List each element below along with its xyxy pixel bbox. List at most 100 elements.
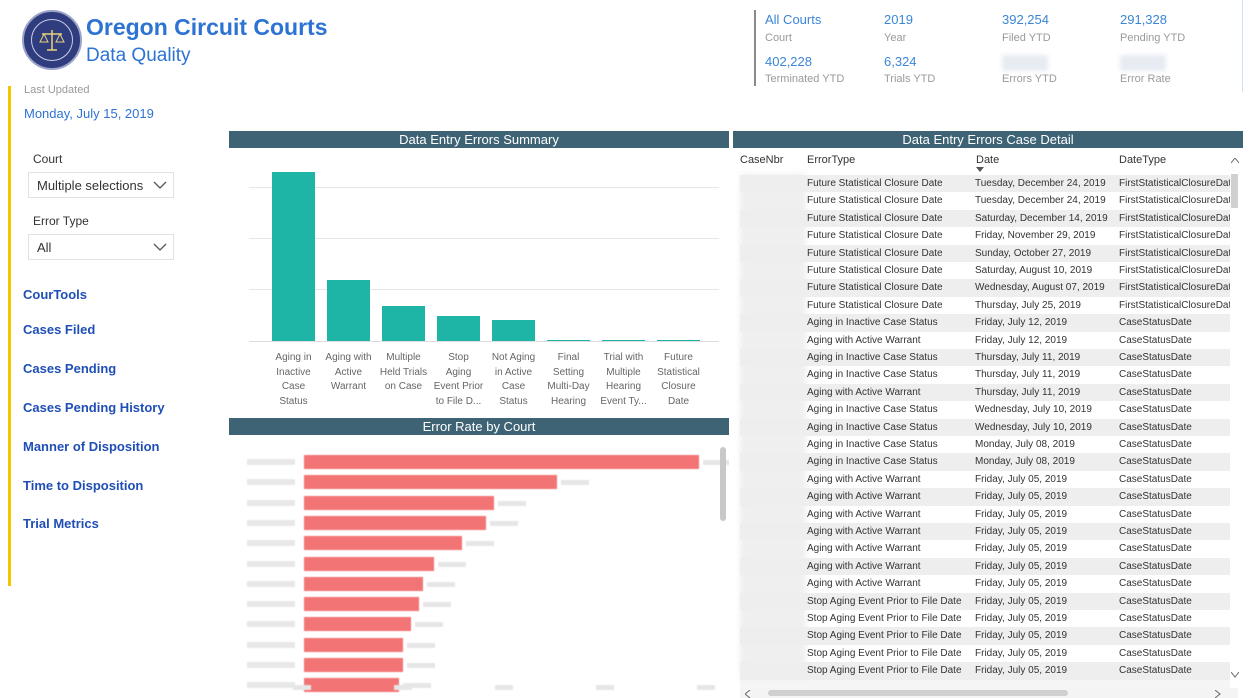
error-rate-bar[interactable] — [304, 576, 423, 591]
table-row[interactable]: Aging with Active Warrant Friday, July 05… — [740, 488, 1230, 506]
summary-bar[interactable] — [327, 280, 370, 341]
table-row[interactable]: Future Statistical Closure Date Thursday,… — [740, 297, 1230, 314]
table-row[interactable]: Aging in Inactive Case Status Friday, Jul… — [740, 314, 1230, 332]
error-rate-value-redacted — [489, 520, 518, 526]
summary-category-label: Trial with Multiple Hearing Event Ty... — [600, 352, 647, 407]
table-row[interactable]: Aging with Active Warrant Friday, July 05… — [740, 540, 1230, 557]
summary-bar[interactable] — [657, 339, 700, 341]
table-row[interactable]: Future Statistical Closure Date Sunday, O… — [740, 244, 1230, 262]
summary-bar[interactable] — [492, 319, 535, 341]
table-row[interactable]: Aging with Active Warrant Thursday, July … — [740, 383, 1230, 402]
table-row[interactable]: Stop Aging Event Prior to File Date Frida… — [740, 610, 1230, 627]
table-vertical-scrollbar[interactable] — [1231, 174, 1238, 208]
error-rate-bar[interactable] — [304, 515, 486, 530]
table-row[interactable]: Aging with Active Warrant Friday, July 05… — [740, 557, 1230, 576]
table-row[interactable]: Future Statistical Closure Date Saturday,… — [740, 209, 1230, 228]
error-rate-value-redacted — [406, 642, 435, 648]
cell-date: Friday, July 05, 2019 — [975, 543, 1068, 555]
cell-datetype: FirstStatisticalClosureDat — [1119, 178, 1230, 189]
col-header-errortype[interactable]: ErrorType — [807, 154, 855, 166]
table-row[interactable]: Aging in Inactive Case Status Thursday, J… — [740, 349, 1230, 367]
gridline — [249, 289, 719, 290]
error-rate-value-redacted — [438, 561, 467, 567]
summary-bar[interactable] — [547, 339, 590, 341]
chevron-down-icon — [153, 181, 167, 189]
cell-errortype: Aging with Active Warrant — [807, 543, 921, 555]
error-rate-bar[interactable] — [304, 597, 419, 612]
table-row[interactable]: Aging with Active Warrant Friday, July 12… — [740, 332, 1230, 349]
table-row[interactable]: Aging with Active Warrant Friday, July 05… — [740, 523, 1230, 541]
error-rate-bar[interactable] — [304, 475, 557, 490]
error-rate-bar[interactable] — [304, 495, 494, 510]
table-row[interactable]: Future Statistical Closure Date Friday, N… — [740, 227, 1230, 244]
scroll-left-arrow-icon[interactable] — [745, 690, 751, 698]
nav-trial-metrics[interactable]: Trial Metrics — [23, 516, 99, 531]
cell-date: Saturday, December 14, 2019 — [975, 212, 1108, 224]
table-row[interactable]: Stop Aging Event Prior to File Date Frida… — [740, 645, 1230, 662]
cell-errortype: Aging with Active Warrant — [807, 526, 921, 537]
table-row[interactable]: Future Statistical Closure Date Tuesday, … — [740, 175, 1230, 193]
summary-bar[interactable] — [437, 315, 480, 341]
summary-bar[interactable] — [382, 305, 425, 341]
table-row[interactable]: Stop Aging Event Prior to File Date Frida… — [740, 662, 1230, 680]
cell-datetype: CaseStatusDate — [1119, 595, 1192, 607]
table-row[interactable]: Aging in Inactive Case Status Wednesday, … — [740, 401, 1230, 418]
court-name-redacted — [247, 479, 295, 486]
scroll-right-arrow-icon[interactable] — [1215, 690, 1221, 698]
cell-errortype: Aging with Active Warrant — [807, 473, 921, 485]
kpi-divider — [754, 10, 756, 86]
cell-errortype: Aging with Active Warrant — [807, 334, 921, 346]
table-row[interactable]: Aging with Active Warrant Friday, July 05… — [740, 575, 1230, 592]
table-row[interactable]: Future Statistical Closure Date Saturday,… — [740, 262, 1230, 279]
cell-errortype: Aging in Inactive Case Status — [807, 421, 938, 433]
last-updated-label: Last Updated — [24, 84, 90, 96]
kpi-terminated-label: Terminated YTD — [765, 73, 845, 85]
summary-bar[interactable] — [602, 339, 645, 341]
rate-chart-scrollbar[interactable] — [720, 447, 726, 521]
chevron-down-icon — [153, 243, 167, 251]
scroll-down-arrow-icon[interactable] — [1231, 672, 1239, 678]
cell-errortype: Future Statistical Closure Date — [807, 265, 943, 276]
error-rate-bar[interactable] — [304, 455, 699, 469]
x-axis-baseline — [249, 341, 719, 342]
nav-cases-filed[interactable]: Cases Filed — [23, 322, 95, 337]
col-header-date[interactable]: Date — [976, 154, 999, 166]
nav-manner-of-disposition[interactable]: Manner of Disposition — [23, 439, 160, 454]
horizontal-scroll-thumb[interactable] — [768, 690, 1068, 696]
col-header-datetype[interactable]: DateType — [1119, 154, 1166, 166]
error-type-dropdown[interactable]: All — [28, 234, 174, 260]
cell-errortype: Aging in Inactive Case Status — [807, 369, 938, 381]
error-rate-value-redacted — [497, 500, 526, 506]
last-updated-date: Monday, July 15, 2019 — [24, 106, 154, 121]
table-row[interactable]: Aging with Active Warrant Friday, July 05… — [740, 471, 1230, 488]
nav-courtools[interactable]: CourTools — [23, 287, 87, 302]
cell-date: Tuesday, December 24, 2019 — [975, 195, 1106, 207]
cell-datetype: FirstStatisticalClosureDat — [1119, 282, 1230, 294]
table-row[interactable]: Aging with Active Warrant Friday, July 05… — [740, 506, 1230, 523]
table-row[interactable]: Aging in Inactive Case Status Thursday, J… — [740, 366, 1230, 383]
scales-of-justice-icon — [39, 30, 65, 51]
scroll-up-arrow-icon[interactable] — [1231, 158, 1239, 164]
nav-cases-pending-history[interactable]: Cases Pending History — [23, 400, 165, 415]
error-rate-bar[interactable] — [304, 637, 403, 652]
court-dropdown[interactable]: Multiple selections — [28, 172, 174, 198]
table-row[interactable]: Future Statistical Closure Date Tuesday, … — [740, 192, 1230, 209]
nav-time-to-disposition[interactable]: Time to Disposition — [23, 478, 143, 493]
kpi-court-label: Court — [765, 32, 792, 44]
table-row[interactable]: Aging in Inactive Case Status Monday, Jul… — [740, 436, 1230, 453]
error-rate-bar[interactable] — [304, 536, 462, 551]
table-row[interactable]: Future Statistical Closure Date Wednesday… — [740, 279, 1230, 297]
cell-errortype: Future Statistical Closure Date — [807, 299, 943, 311]
table-row[interactable]: Stop Aging Event Prior to File Date Frida… — [740, 627, 1230, 645]
table-row[interactable]: Stop Aging Event Prior to File Date Frida… — [740, 592, 1230, 610]
error-rate-bar[interactable] — [304, 556, 435, 571]
summary-bar[interactable] — [272, 172, 315, 341]
table-row[interactable]: Aging in Inactive Case Status Wednesday, … — [740, 418, 1230, 436]
table-row[interactable]: Aging in Inactive Case Status Monday, Jul… — [740, 453, 1230, 471]
error-rate-bar[interactable] — [304, 617, 411, 632]
cell-errortype: Aging in Inactive Case Status — [807, 439, 938, 450]
nav-cases-pending[interactable]: Cases Pending — [23, 361, 116, 376]
col-header-casenbr[interactable]: CaseNbr — [740, 154, 783, 166]
error-rate-bar[interactable] — [304, 658, 403, 672]
error-rate-bar[interactable] — [304, 678, 399, 693]
